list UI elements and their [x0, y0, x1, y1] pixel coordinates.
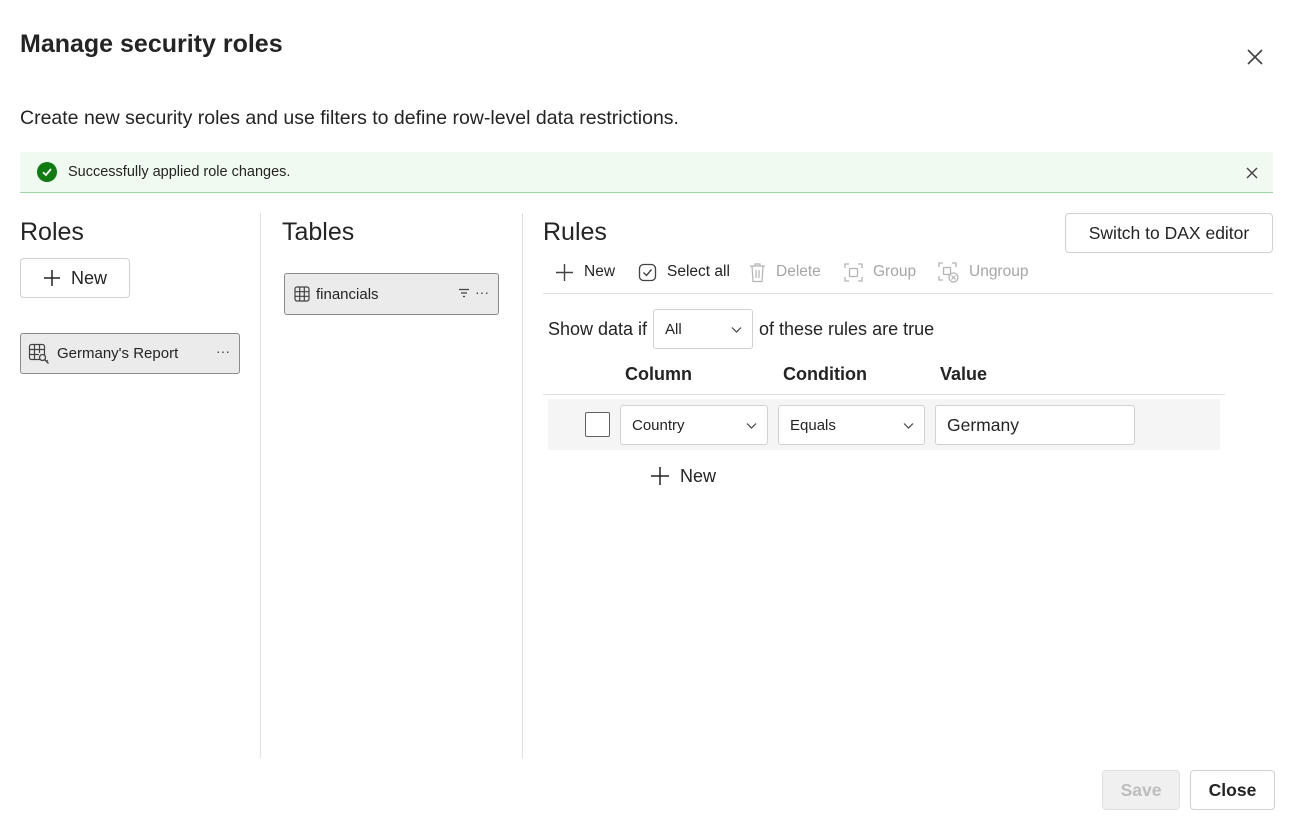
toolbar-new-label: New	[584, 263, 616, 280]
dialog-title: Manage security roles	[20, 30, 283, 58]
match-mode-value: All	[665, 320, 682, 338]
roles-heading: Roles	[20, 218, 84, 246]
toolbar-select-all-button[interactable]: Select all	[638, 260, 730, 284]
table-label: financials	[316, 285, 379, 303]
plus-icon	[556, 263, 573, 281]
rule-column-dropdown[interactable]: Country	[620, 405, 768, 445]
chevron-down-icon	[746, 423, 757, 429]
rules-heading: Rules	[543, 218, 607, 246]
table-icon	[294, 286, 310, 302]
trash-icon	[750, 262, 765, 282]
save-button[interactable]: Save	[1102, 770, 1180, 810]
close-icon	[1247, 49, 1263, 65]
role-more-options[interactable]: ···	[216, 343, 230, 359]
rule-column-value: Country	[632, 416, 685, 434]
column-header-column: Column	[625, 364, 692, 384]
success-banner: Successfully applied role changes.	[20, 152, 1273, 193]
show-data-suffix: of these rules are true	[759, 319, 935, 339]
plus-icon	[43, 270, 60, 286]
column-header-condition: Condition	[783, 364, 867, 384]
table-more-options[interactable]: ···	[475, 284, 489, 300]
column-header-value: Value	[940, 364, 988, 384]
tables-divider	[522, 213, 523, 758]
close-button[interactable]: Close	[1190, 770, 1275, 810]
toolbar-ungroup-button[interactable]: Ungroup	[938, 260, 1028, 284]
chevron-down-icon	[731, 327, 742, 333]
plus-icon	[651, 467, 669, 485]
switch-to-dax-editor-button[interactable]: Switch to DAX editor	[1065, 213, 1273, 253]
table-item-financials[interactable]: financials ···	[284, 273, 499, 315]
group-icon	[844, 262, 863, 282]
roles-divider	[260, 213, 261, 758]
rule-row-checkbox[interactable]	[585, 412, 610, 437]
rules-toolbar: New Select all Delete Group Ungroup	[543, 255, 1273, 294]
match-mode-dropdown[interactable]: All	[653, 309, 753, 349]
banner-message: Successfully applied role changes.	[68, 164, 291, 180]
new-rule-label: New	[680, 465, 717, 486]
rule-condition-dropdown[interactable]: Equals	[778, 405, 925, 445]
close-icon	[1246, 167, 1258, 179]
toolbar-select-all-label: Select all	[667, 263, 730, 280]
new-role-label: New	[70, 267, 107, 288]
filter-icon	[459, 288, 469, 298]
rule-value-input[interactable]	[935, 405, 1135, 445]
role-item-germanys-report[interactable]: Germany's Report ···	[20, 333, 240, 374]
ungroup-icon	[938, 261, 959, 283]
toolbar-ungroup-label: Ungroup	[969, 263, 1029, 280]
header-divider	[543, 394, 1225, 395]
toolbar-group-label: Group	[873, 263, 917, 280]
checkbox-select-all-icon	[638, 263, 657, 281]
new-role-button[interactable]: New	[20, 258, 130, 298]
role-table-key-icon	[28, 343, 49, 364]
toolbar-delete-button[interactable]: Delete	[749, 260, 821, 284]
banner-dismiss-button[interactable]	[1243, 164, 1261, 182]
toolbar-new-button[interactable]: New	[555, 260, 615, 284]
dialog-close-button[interactable]	[1240, 42, 1270, 72]
dialog-subtitle: Create new security roles and use filter…	[20, 107, 679, 129]
chevron-down-icon	[903, 423, 914, 429]
new-rule-button[interactable]: New	[650, 463, 716, 489]
role-label: Germany's Report	[57, 345, 179, 362]
show-data-prefix: Show data if	[548, 319, 648, 339]
success-check-icon	[37, 162, 57, 182]
toolbar-delete-label: Delete	[776, 263, 821, 280]
rule-condition-value: Equals	[790, 416, 836, 434]
tables-heading: Tables	[282, 218, 355, 246]
toolbar-group-button[interactable]: Group	[844, 260, 916, 284]
